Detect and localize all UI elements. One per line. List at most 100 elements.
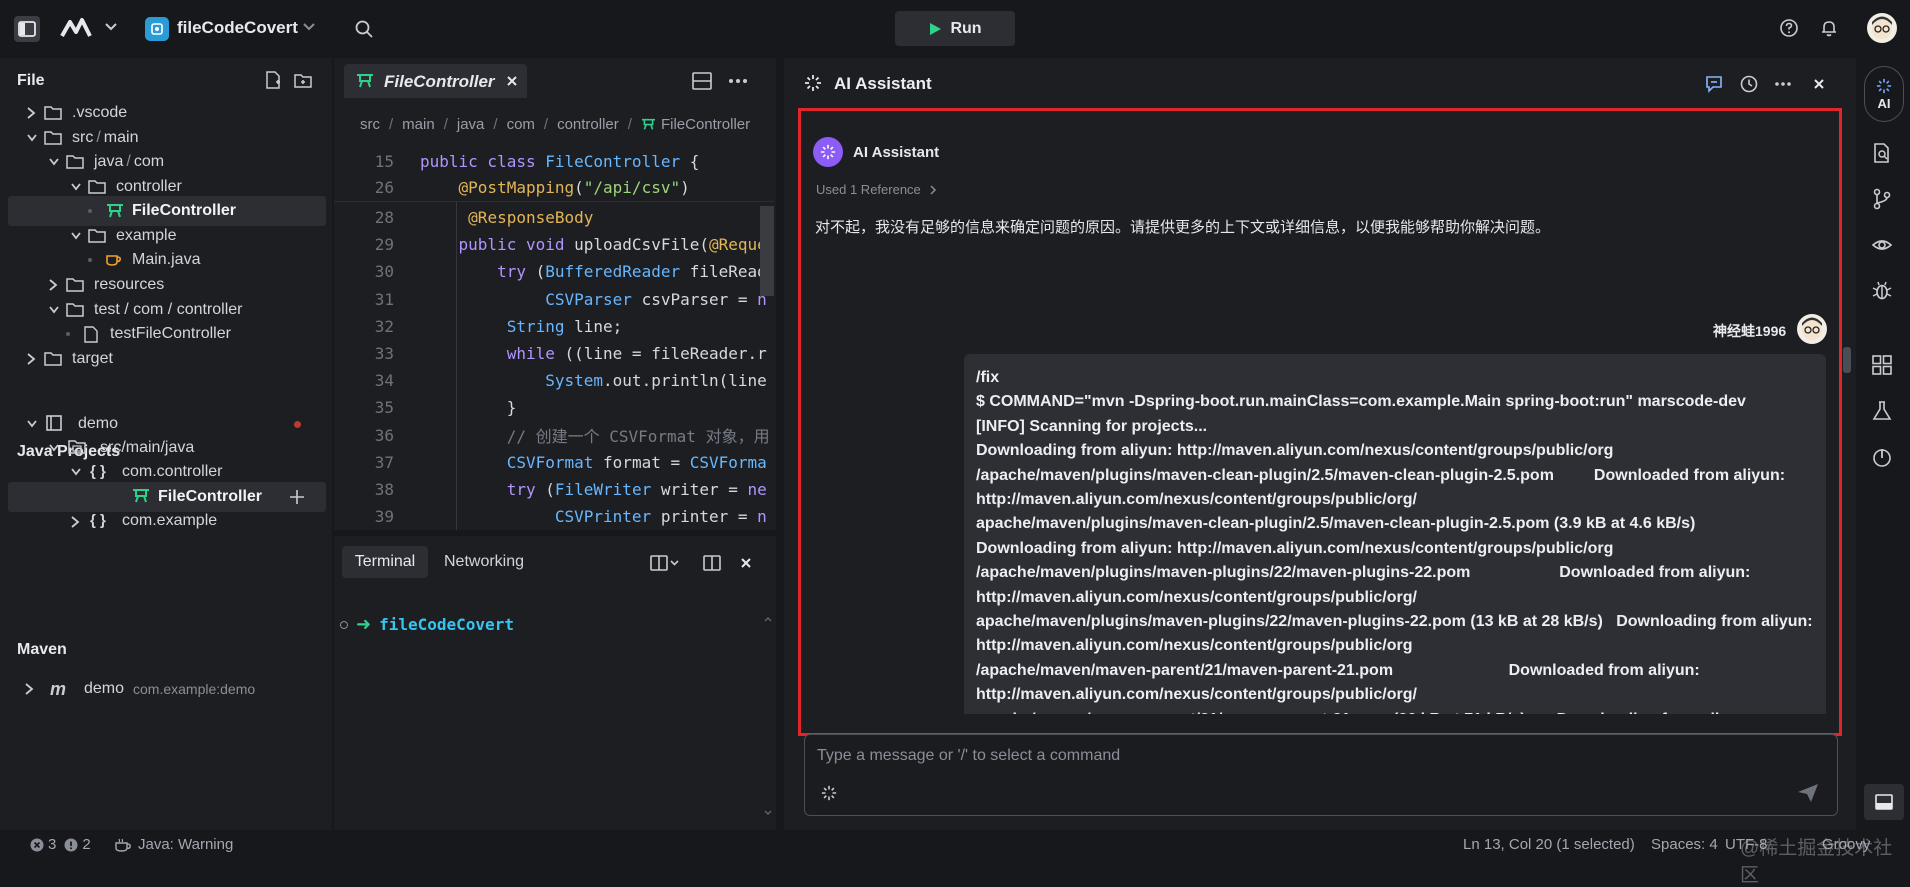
maven-project-coordinates: com.example:demo (133, 681, 256, 697)
input-sparkle-icon[interactable] (821, 785, 837, 801)
chat-input[interactable]: Type a message or '/' to select a comman… (804, 734, 1838, 816)
maven-project-item[interactable]: m demo com.example:demo (0, 674, 326, 704)
chevron-down-icon[interactable] (26, 419, 38, 429)
split-editor-icon[interactable] (692, 72, 712, 90)
file-search-icon[interactable] (1871, 142, 1897, 168)
watermark: @稀土掘金技术社区 (1740, 838, 1893, 886)
breadcrumb-item[interactable]: java (457, 116, 485, 133)
tab-networking[interactable]: Networking (444, 546, 524, 578)
power-icon[interactable] (1871, 446, 1897, 472)
sparkle-icon (804, 74, 822, 92)
assistant-avatar-icon (813, 137, 843, 167)
code-area[interactable]: 15 public class FileController {26 @PostM… (334, 146, 776, 530)
user-avatar[interactable] (1867, 13, 1897, 43)
code-line: 39 CSVPrinter printer = n (334, 503, 774, 530)
new-chat-icon[interactable] (1704, 74, 1724, 94)
help-icon[interactable] (1779, 18, 1799, 38)
code-token: printer = (651, 507, 758, 527)
chevron-down-icon[interactable] (70, 467, 82, 477)
error-icon (30, 838, 44, 851)
chevron-down-icon[interactable] (48, 443, 60, 453)
project-name[interactable]: fileCodeCovert (177, 18, 298, 38)
breadcrumb-item[interactable]: controller (557, 116, 619, 133)
code-text: try (BufferedReader fileRead (420, 262, 767, 281)
layout-icon[interactable] (703, 555, 721, 571)
more-actions-icon[interactable] (728, 78, 748, 84)
tab-networking-label: Networking (444, 553, 525, 570)
code-token: String (506, 316, 565, 336)
code-token: } (420, 398, 517, 418)
user-name: 神经蛙1996 (1713, 323, 1787, 339)
ai-rail-button[interactable]: AI (1864, 66, 1904, 122)
terminal-scroll-down-icon[interactable] (764, 810, 772, 816)
code-token: uploadCsvFile( (574, 235, 709, 255)
command-line: Downloading from aliyun: http://maven.al… (976, 442, 1614, 460)
reference-toggle[interactable]: Used 1 Reference (816, 182, 937, 197)
code-token: BufferedReader (545, 262, 681, 282)
marscode-logo-icon[interactable] (60, 16, 96, 42)
project-book-icon (46, 415, 62, 431)
code-token: ne (747, 480, 767, 499)
close-tab-icon[interactable] (506, 75, 518, 87)
ai-sparkle-icon (1876, 78, 1892, 93)
split-terminal-icon[interactable] (650, 555, 680, 571)
editor-scrollbar[interactable] (760, 206, 774, 296)
project-chevron-icon[interactable] (302, 22, 316, 32)
code-token: fileRead (680, 262, 767, 282)
code-token: CSVPrinter (554, 507, 652, 527)
code-token: csvParser = (631, 289, 758, 309)
line-number: 37 (374, 452, 394, 472)
run-button[interactable]: Run (895, 11, 1015, 46)
code-token: writer = (651, 480, 748, 499)
debug-bug-icon[interactable] (1871, 280, 1897, 306)
java-status[interactable]: Java: Warning (114, 836, 233, 853)
extensions-icon[interactable] (1871, 354, 1897, 380)
java-tree-item[interactable]: { } com.example (0, 506, 326, 536)
code-token: @Reque (708, 235, 767, 255)
code-token: ( (545, 480, 555, 499)
source-control-icon[interactable] (1871, 188, 1897, 214)
problems-indicator[interactable]: 3 2 (30, 836, 91, 853)
chevron-right-icon[interactable] (24, 683, 34, 695)
code-token: FileController (545, 152, 681, 171)
line-number: 36 (374, 425, 394, 445)
reference-label: Used 1 Reference (816, 182, 921, 197)
chevron-down-icon[interactable] (104, 22, 118, 32)
ai-more-icon[interactable] (1774, 81, 1792, 87)
controller-file-icon (132, 488, 150, 504)
chat-scrollbar[interactable] (1843, 347, 1851, 373)
breadcrumb-item[interactable]: src (360, 116, 380, 133)
arrow-right-icon: ➜ (356, 614, 372, 634)
preview-eye-icon[interactable] (1871, 234, 1897, 260)
code-line: 30 try (BufferedReader fileRead (334, 258, 774, 285)
toggle-sidebar-icon[interactable] (14, 16, 40, 42)
close-ai-panel-icon[interactable] (1813, 78, 1825, 90)
panel-toggle-icon[interactable] (1864, 784, 1904, 820)
chevron-right-icon[interactable] (70, 516, 80, 528)
package-braces-icon: { } (90, 512, 106, 529)
code-token: // 创建一个 CSVFormat 对象，用 (506, 427, 770, 447)
send-icon[interactable] (1797, 783, 1819, 803)
code-token: ( (535, 262, 546, 282)
tab-terminal[interactable]: Terminal (342, 546, 428, 578)
testing-flask-icon[interactable] (1871, 400, 1897, 426)
add-icon[interactable] (288, 488, 306, 506)
editor-tab[interactable]: FileController (344, 64, 527, 98)
indentation[interactable]: Spaces: 4 (1651, 836, 1718, 853)
ai-rail-label: AI (1877, 95, 1891, 111)
close-terminal-icon[interactable] (740, 557, 752, 569)
bell-icon[interactable] (1819, 18, 1839, 38)
terminal-scroll-up-icon[interactable] (764, 616, 772, 622)
breadcrumb-item[interactable]: com (507, 116, 535, 133)
breadcrumb-item[interactable]: FileController (661, 116, 750, 133)
cursor-position[interactable]: Ln 13, Col 20 (1 selected) (1463, 836, 1635, 853)
line-number: 26 (374, 178, 394, 197)
chat-input-placeholder: Type a message or '/' to select a comman… (817, 747, 1121, 764)
terminal-prompt[interactable]: ➜ fileCodeCovert (340, 614, 514, 635)
search-icon[interactable] (354, 19, 374, 39)
history-icon[interactable] (1739, 74, 1759, 94)
breadcrumb-item[interactable]: main (402, 116, 435, 133)
